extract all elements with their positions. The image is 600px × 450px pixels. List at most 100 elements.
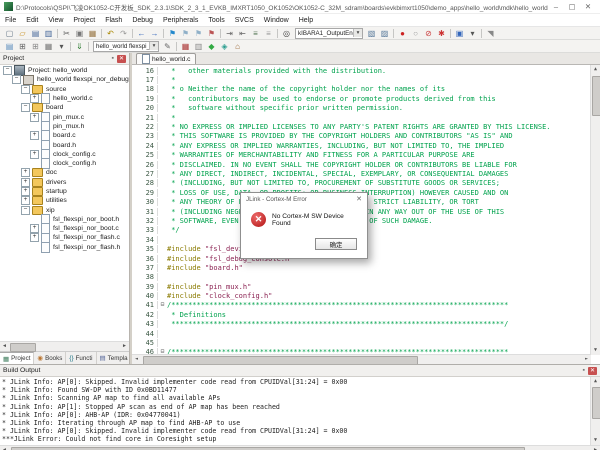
menu-svcs[interactable]: SVCS — [230, 17, 259, 24]
scroll-left-icon[interactable]: ◄ — [0, 342, 9, 351]
minimize-button[interactable]: – — [548, 2, 564, 11]
build-icon[interactable]: ⊞ — [16, 41, 29, 52]
scroll-right-icon[interactable]: ► — [582, 355, 591, 364]
incremental-find-icon[interactable]: ▨ — [378, 28, 391, 39]
translate-file-icon[interactable]: ▤ — [3, 41, 16, 52]
expander-icon[interactable]: + — [21, 178, 30, 187]
scroll-track[interactable] — [9, 343, 120, 350]
output-scrollbar-vertical[interactable]: ▲ ▼ — [590, 377, 600, 445]
expander-icon[interactable]: + — [21, 168, 30, 177]
expander-icon[interactable]: + — [30, 233, 39, 242]
close-button[interactable]: ✕ — [580, 2, 596, 11]
expander-icon[interactable]: − — [3, 66, 12, 75]
expander-icon[interactable]: − — [21, 85, 30, 94]
batch-build-icon[interactable]: ▦ — [42, 41, 55, 52]
tree-item[interactable]: +utilities — [0, 196, 129, 205]
insert-breakpoint-icon[interactable]: ● — [396, 28, 409, 39]
menu-view[interactable]: View — [43, 17, 68, 24]
scroll-right-icon[interactable]: ► — [591, 446, 600, 450]
undo-icon[interactable]: ↶ — [104, 28, 117, 39]
tree-item[interactable]: +drivers — [0, 178, 129, 187]
panel-tab-project[interactable]: ▦Project — [0, 352, 34, 364]
scroll-up-icon[interactable]: ▲ — [591, 65, 600, 74]
output-scrollbar-horizontal[interactable]: ◄ ► — [0, 445, 600, 450]
expander-icon[interactable]: + — [30, 224, 39, 233]
scroll-thumb[interactable] — [10, 343, 36, 352]
fold-marker-icon[interactable]: ⊟ — [158, 301, 167, 309]
tree-item[interactable]: fsl_flexspi_nor_flash.h — [0, 243, 129, 252]
editor-scrollbar-horizontal[interactable]: ◄ ► — [132, 354, 591, 364]
window-layout-icon[interactable]: ▣ — [453, 28, 466, 39]
expander-icon[interactable]: + — [30, 94, 39, 103]
bookmark-toggle-icon[interactable]: ⚑ — [166, 28, 179, 39]
outdent-icon[interactable]: ⇤ — [236, 28, 249, 39]
tree-item[interactable]: −board — [0, 103, 129, 112]
scroll-track[interactable] — [592, 74, 599, 346]
scroll-down-icon[interactable]: ▼ — [591, 436, 600, 445]
project-tree[interactable]: −Project: hello_world−hello_world flexsp… — [0, 65, 129, 341]
cut-icon[interactable]: ✂ — [60, 28, 73, 39]
redo-icon[interactable]: ↷ — [117, 28, 130, 39]
menu-debug[interactable]: Debug — [127, 17, 158, 24]
uncomment-icon[interactable]: ≡ — [262, 28, 275, 39]
tree-item[interactable]: fsl_flexspi_nor_boot.h — [0, 215, 129, 224]
expander-icon[interactable]: + — [21, 187, 30, 196]
panel-tab-functi[interactable]: {}Functi — [66, 352, 96, 364]
pin-icon[interactable]: ▪ — [583, 367, 585, 374]
manage-rte-icon[interactable]: ◆ — [205, 41, 218, 52]
tree-item[interactable]: −source — [0, 85, 129, 94]
expander-icon[interactable]: + — [30, 131, 39, 140]
indent-icon[interactable]: ⇥ — [223, 28, 236, 39]
menu-help[interactable]: Help — [294, 17, 318, 24]
manage-project-items-icon[interactable]: ▦ — [179, 41, 192, 52]
scroll-left-icon[interactable]: ◄ — [0, 446, 9, 450]
tree-item[interactable]: −hello_world flexspi_nor_debug — [0, 75, 129, 84]
open-file-icon[interactable]: ▱ — [16, 28, 29, 39]
configure-icon[interactable]: ◥ — [484, 28, 497, 39]
tree-item[interactable]: pin_mux.h — [0, 122, 129, 131]
editor-tab[interactable]: hello_world.c — [136, 53, 196, 64]
expander-icon[interactable]: + — [30, 113, 39, 122]
bookmark-prev-icon[interactable]: ⚑ — [179, 28, 192, 39]
tree-item[interactable]: +pin_mux.c — [0, 112, 129, 121]
navigate-forward-icon[interactable]: → — [148, 28, 161, 39]
rebuild-icon[interactable]: ⊞ — [29, 41, 42, 52]
dialog-title-bar[interactable]: JLink - Cortex-M Error ✕ — [241, 193, 367, 205]
tree-item[interactable]: +hello_world.c — [0, 94, 129, 103]
tree-item[interactable]: clock_config.h — [0, 159, 129, 168]
download-icon[interactable]: ⇓ — [73, 41, 86, 52]
expander-icon[interactable]: + — [21, 196, 30, 205]
find-next-icon[interactable]: ▧ — [365, 28, 378, 39]
editor-scrollbar-vertical[interactable]: ▲ ▼ — [590, 65, 600, 355]
scroll-thumb[interactable] — [143, 356, 418, 364]
find-combo-dropdown-icon[interactable]: ▾ — [353, 29, 362, 37]
navigate-back-icon[interactable]: ← — [135, 28, 148, 39]
options-for-target-icon[interactable]: ✎ — [161, 41, 174, 52]
build-dropdown-icon[interactable]: ▾ — [55, 41, 68, 52]
manage-books-icon[interactable]: ▥ — [192, 41, 205, 52]
scroll-up-icon[interactable]: ▲ — [591, 377, 600, 386]
tree-item[interactable]: +doc — [0, 168, 129, 177]
tree-item[interactable]: board.h — [0, 140, 129, 149]
menu-edit[interactable]: Edit — [21, 17, 43, 24]
find-combo[interactable]: kIBARA1_OutputEnc1Ph▾ — [295, 28, 363, 39]
menu-peripherals[interactable]: Peripherals — [158, 17, 203, 24]
project-scrollbar-horizontal[interactable]: ◄ ► — [0, 341, 129, 351]
expander-icon[interactable]: − — [21, 206, 30, 215]
scroll-track[interactable] — [592, 386, 599, 436]
tree-item[interactable]: −Project: hello_world — [0, 66, 129, 75]
expander-icon[interactable]: − — [21, 103, 30, 112]
menu-tools[interactable]: Tools — [203, 17, 229, 24]
select-packs-icon[interactable]: ⌂ — [231, 41, 244, 52]
pack-installer-icon[interactable]: ◈ — [218, 41, 231, 52]
paste-icon[interactable]: ▦ — [86, 28, 99, 39]
scroll-left-icon[interactable]: ◄ — [132, 355, 141, 364]
dialog-ok-button[interactable]: 确定 — [315, 238, 357, 250]
find-in-files-icon[interactable]: ◎ — [280, 28, 293, 39]
scroll-down-icon[interactable]: ▼ — [591, 346, 600, 355]
menu-project[interactable]: Project — [68, 17, 100, 24]
panel-tab-books[interactable]: ◉Books — [34, 352, 66, 364]
scroll-track[interactable] — [141, 356, 582, 363]
pin-icon[interactable]: ▪ — [112, 55, 114, 62]
tree-item[interactable]: +startup — [0, 187, 129, 196]
